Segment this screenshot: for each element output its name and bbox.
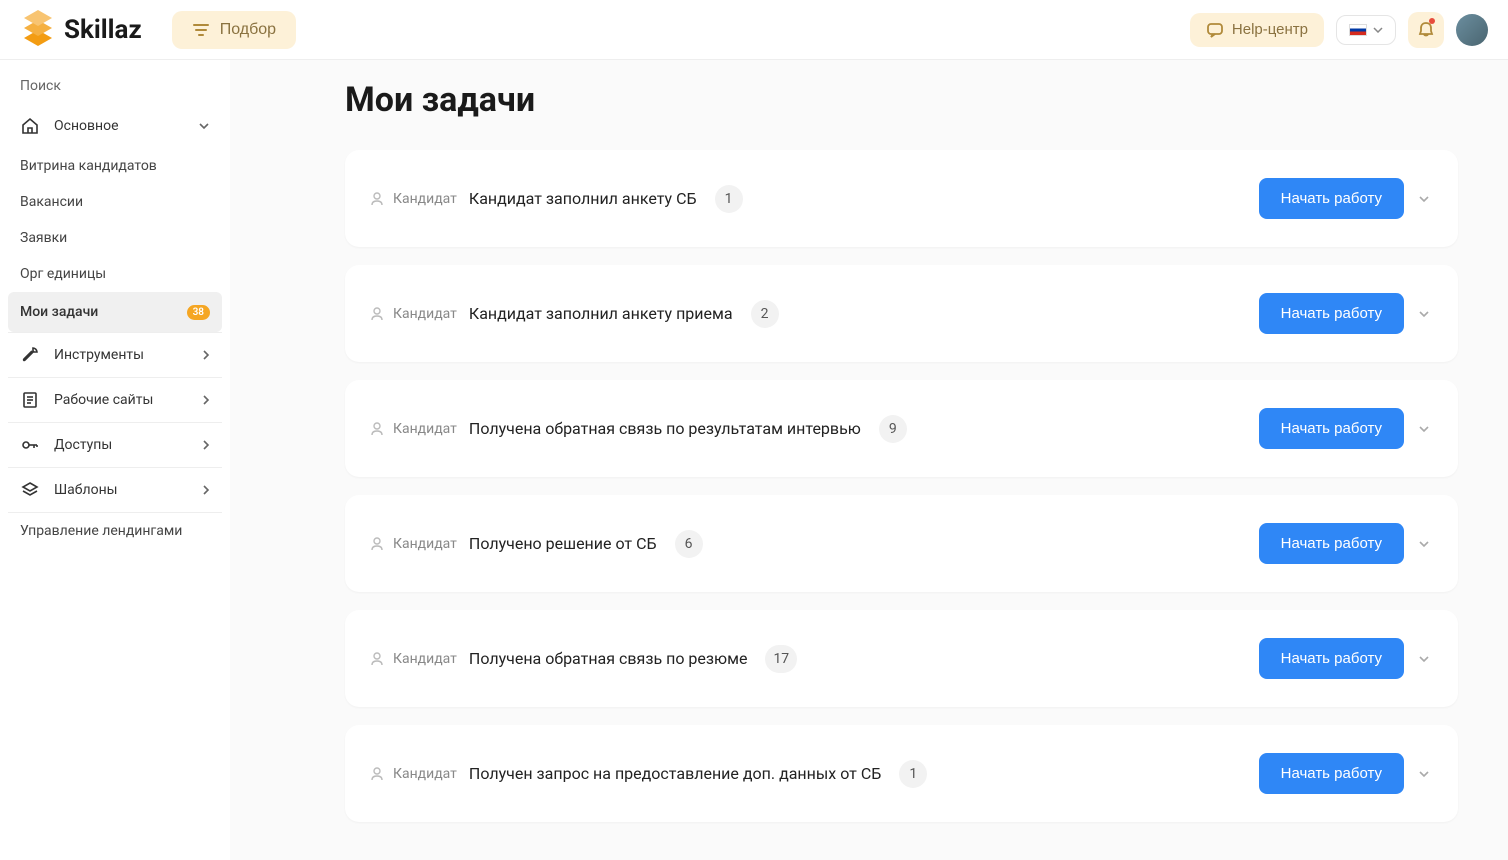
candidate-icon	[369, 306, 385, 322]
help-label: Help-центр	[1232, 21, 1308, 38]
layers-icon	[20, 480, 40, 500]
podbor-button[interactable]: Подбор	[172, 11, 296, 49]
sidebar-shablony-label: Шаблоны	[54, 482, 118, 498]
task-title: Получено решение от СБ	[469, 534, 657, 553]
user-avatar[interactable]	[1456, 14, 1488, 46]
task-title: Получена обратная связь по результатам и…	[469, 419, 861, 438]
task-tag: Кандидат	[393, 766, 457, 782]
task-title: Получена обратная связь по резюме	[469, 649, 748, 668]
page-title: Мои задачи	[345, 80, 1458, 120]
filter-icon	[192, 22, 210, 38]
podbor-label: Подбор	[220, 21, 276, 39]
sidebar-search[interactable]: Поиск	[8, 68, 222, 104]
task-count: 17	[765, 645, 797, 673]
help-center-button[interactable]: Help-центр	[1190, 13, 1324, 47]
chevron-right-icon	[202, 439, 210, 451]
task-count: 6	[675, 530, 703, 558]
task-card: Кандидат Кандидат заполнил анкету приема 2…	[345, 265, 1458, 362]
task-count: 1	[715, 185, 743, 213]
chevron-right-icon	[202, 349, 210, 361]
task-card: Кандидат Кандидат заполнил анкету СБ 1 Нача…	[345, 150, 1458, 247]
sidebar-item-instrumenty[interactable]: Инструменты	[8, 333, 222, 377]
start-work-button[interactable]: Начать работу	[1259, 753, 1404, 794]
expand-toggle[interactable]	[1414, 651, 1434, 667]
chevron-right-icon	[202, 394, 210, 406]
logo-icon	[20, 10, 56, 50]
candidate-icon	[369, 766, 385, 782]
sidebar-item-vitrina[interactable]: Витрина кандидатов	[8, 148, 222, 184]
task-card: Кандидат Получено решение от СБ 6 Начать ра…	[345, 495, 1458, 592]
sidebar: Поиск Основное Витрина кандидатов Ваканс…	[0, 60, 230, 860]
sidebar-item-vakansii[interactable]: Вакансии	[8, 184, 222, 220]
sidebar-item-dostupy[interactable]: Доступы	[8, 423, 222, 467]
sidebar-osnovnoe-label: Основное	[54, 118, 119, 134]
candidate-icon	[369, 651, 385, 667]
chevron-down-icon	[1373, 27, 1383, 33]
task-card: Кандидат Получена обратная связь по резул…	[345, 380, 1458, 477]
sidebar-item-rabochie[interactable]: Рабочие сайты	[8, 378, 222, 422]
wrench-icon	[20, 345, 40, 365]
language-selector[interactable]	[1336, 15, 1396, 45]
expand-toggle[interactable]	[1414, 421, 1434, 437]
expand-toggle[interactable]	[1414, 766, 1434, 782]
main-content: Мои задачи Кандидат Кандидат заполнил анк…	[230, 60, 1508, 860]
sidebar-dostupy-label: Доступы	[54, 437, 112, 453]
task-tag: Кандидат	[393, 421, 457, 437]
start-work-button[interactable]: Начать работу	[1259, 178, 1404, 219]
sidebar-item-shablony[interactable]: Шаблоны	[8, 468, 222, 512]
chat-icon	[1206, 21, 1224, 39]
candidate-icon	[369, 191, 385, 207]
chevron-right-icon	[202, 484, 210, 496]
logo-text: Skillaz	[64, 15, 142, 45]
start-work-button[interactable]: Начать работу	[1259, 293, 1404, 334]
key-icon	[20, 435, 40, 455]
sidebar-item-moi-zadachi[interactable]: Мои задачи 38	[8, 292, 222, 332]
task-count: 1	[899, 760, 927, 788]
task-title: Кандидат заполнил анкету СБ	[469, 189, 697, 208]
start-work-button[interactable]: Начать работу	[1259, 523, 1404, 564]
task-title: Получен запрос на предоставление доп. да…	[469, 764, 881, 783]
sidebar-item-osnovnoe[interactable]: Основное	[8, 104, 222, 148]
task-count: 9	[879, 415, 907, 443]
sidebar-instrumenty-label: Инструменты	[54, 347, 144, 363]
chevron-down-icon	[198, 122, 210, 130]
sidebar-item-org[interactable]: Орг единицы	[8, 256, 222, 292]
sidebar-moi-label: Мои задачи	[20, 304, 98, 320]
expand-toggle[interactable]	[1414, 536, 1434, 552]
task-tag: Кандидат	[393, 536, 457, 552]
sidebar-item-landing[interactable]: Управление лендингами	[8, 513, 222, 549]
start-work-button[interactable]: Начать работу	[1259, 408, 1404, 449]
expand-toggle[interactable]	[1414, 306, 1434, 322]
task-tag: Кандидат	[393, 651, 457, 667]
header: Skillaz Подбор Help-центр	[0, 0, 1508, 60]
task-title: Кандидат заполнил анкету приема	[469, 304, 733, 323]
expand-toggle[interactable]	[1414, 191, 1434, 207]
candidate-icon	[369, 421, 385, 437]
flag-ru-icon	[1349, 24, 1367, 36]
tasks-badge: 38	[187, 305, 210, 320]
start-work-button[interactable]: Начать работу	[1259, 638, 1404, 679]
task-tag: Кандидат	[393, 191, 457, 207]
task-card: Кандидат Получен запрос на предоставление…	[345, 725, 1458, 822]
tasks-list: Кандидат Кандидат заполнил анкету СБ 1 Нача…	[345, 150, 1458, 822]
home-icon	[20, 116, 40, 136]
sidebar-item-zayavki[interactable]: Заявки	[8, 220, 222, 256]
document-icon	[20, 390, 40, 410]
logo[interactable]: Skillaz	[20, 10, 142, 50]
task-count: 2	[751, 300, 779, 328]
notification-dot	[1429, 18, 1435, 24]
task-tag: Кандидат	[393, 306, 457, 322]
notifications-button[interactable]	[1408, 12, 1444, 48]
candidate-icon	[369, 536, 385, 552]
sidebar-rabochie-label: Рабочие сайты	[54, 392, 153, 408]
task-card: Кандидат Получена обратная связь по резюм…	[345, 610, 1458, 707]
